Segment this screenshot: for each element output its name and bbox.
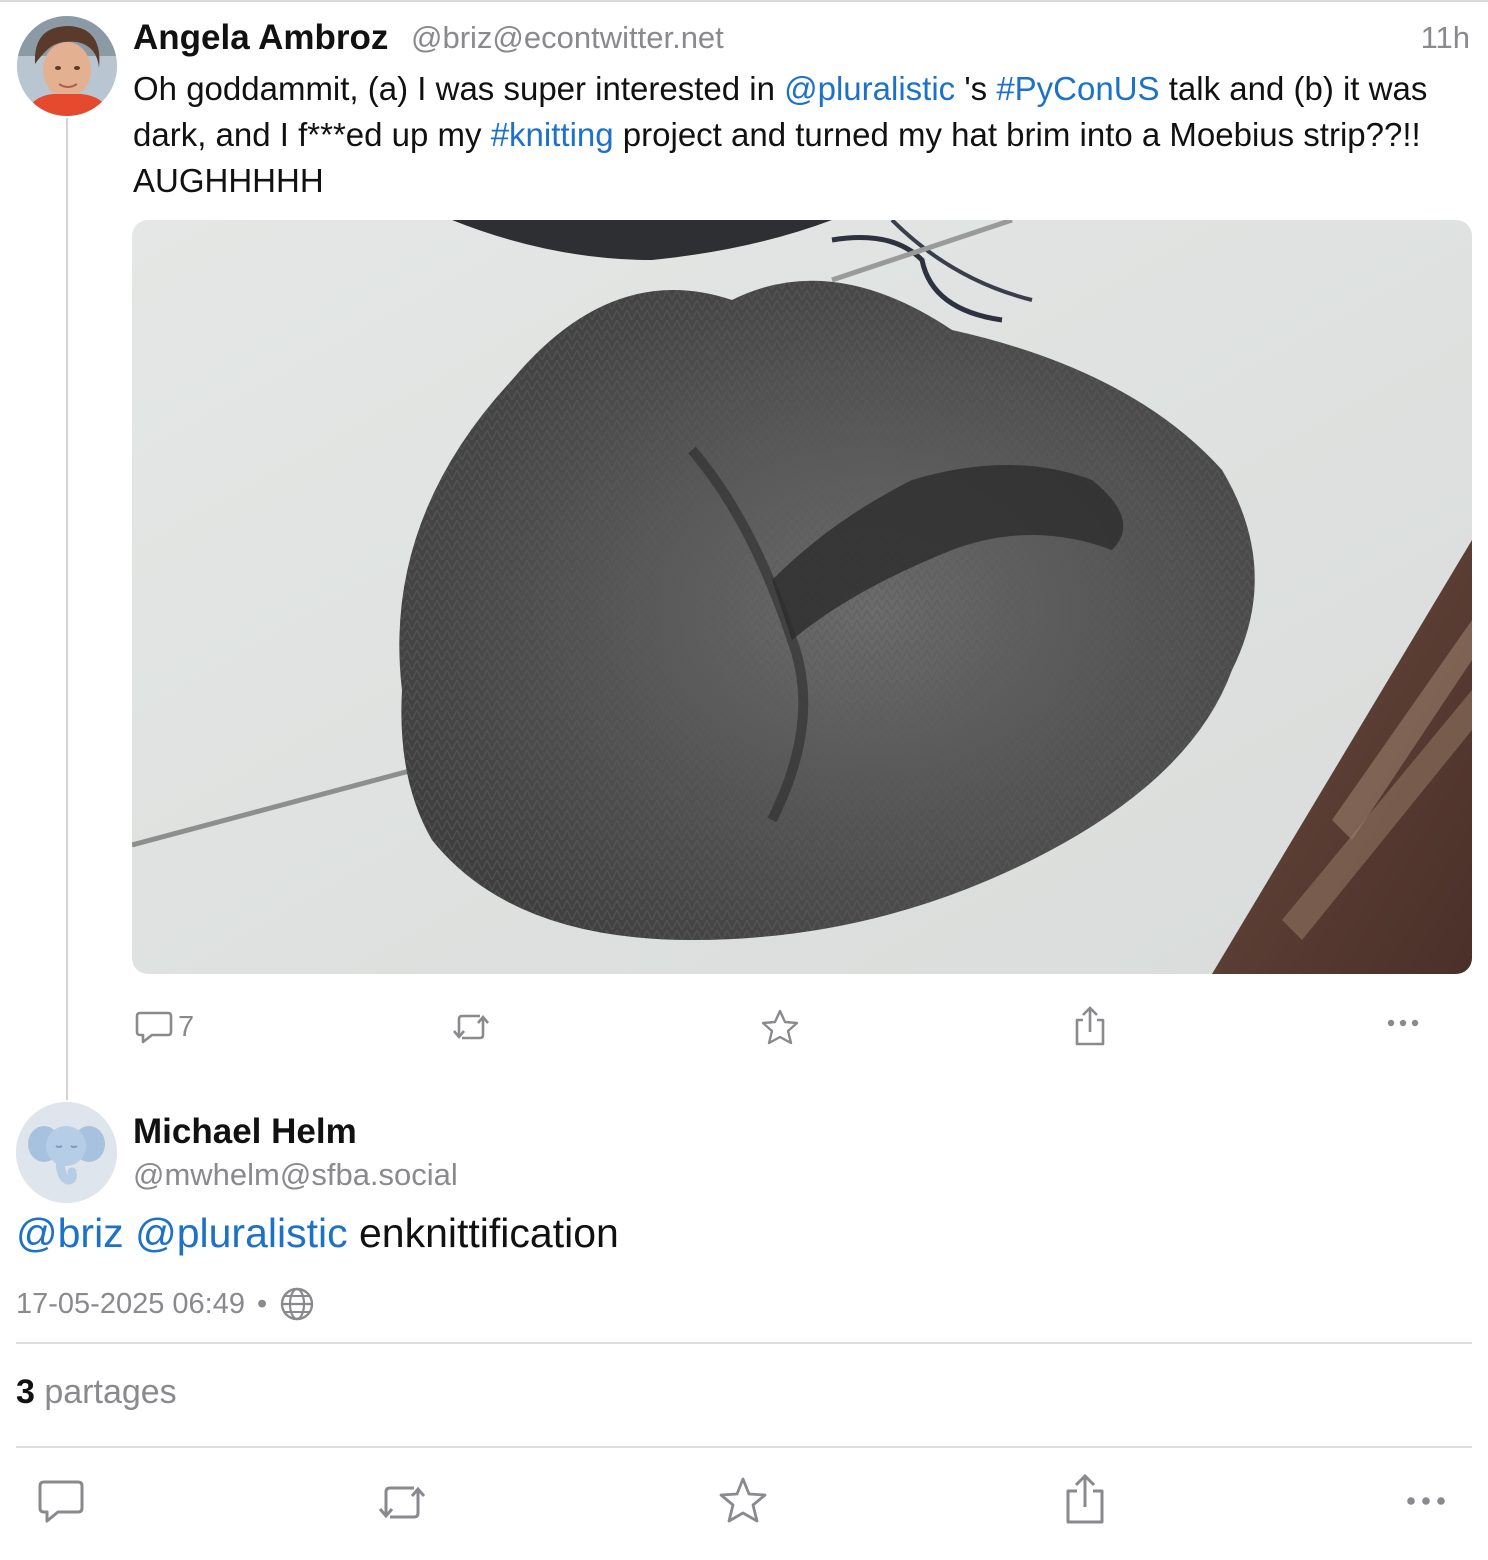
shares-count[interactable]: 3 partages (16, 1373, 177, 1412)
reply-count: 7 (178, 1010, 195, 1043)
more-icon (1407, 1497, 1445, 1505)
mention-briz[interactable]: @briz (16, 1210, 124, 1256)
top-divider (0, 0, 1488, 2)
post-text-segment: 's (955, 70, 997, 107)
shares-label: partages (34, 1373, 177, 1411)
reply-content: @briz @pluralistic enknittification (16, 1210, 619, 1257)
thread-line (66, 118, 68, 1100)
share-button-bottom[interactable] (1062, 1472, 1108, 1526)
reply-meta: 17-05-2025 06:49 • (16, 1286, 315, 1322)
share-icon (1066, 1473, 1104, 1524)
more-icon (1387, 1019, 1419, 1027)
favourite-button-bottom[interactable] (718, 1476, 768, 1524)
favourite-button[interactable] (760, 1008, 800, 1046)
meta-separator: • (256, 1287, 268, 1320)
reply-button[interactable]: 7 (134, 1009, 194, 1045)
star-icon (761, 1009, 799, 1045)
stats-divider-bottom (16, 1446, 1472, 1448)
reply-text-segment: enknittification (347, 1210, 619, 1256)
share-icon (1075, 1006, 1105, 1046)
angela-avatar[interactable] (17, 16, 117, 116)
post-time[interactable]: 11h (1421, 20, 1470, 56)
reply-button-bottom[interactable] (36, 1478, 86, 1524)
boost-button-bottom[interactable] (374, 1480, 430, 1524)
elephant-icon (16, 1102, 117, 1203)
post-content: Oh goddammit, (a) I was super interested… (133, 66, 1478, 204)
author-handle[interactable]: @briz@econtwitter.net (411, 20, 724, 56)
author-name[interactable]: Angela Ambroz (133, 18, 388, 58)
post-image[interactable] (132, 220, 1472, 974)
more-button[interactable] (1385, 1015, 1421, 1031)
mention-pluralistic[interactable]: @pluralistic (784, 70, 955, 107)
post-text-segment: Oh goddammit, (a) I was super interested… (133, 70, 785, 107)
more-button-bottom[interactable] (1404, 1492, 1448, 1510)
star-icon (719, 1477, 767, 1523)
globe-icon (280, 1287, 314, 1321)
reply-icon (135, 1011, 173, 1044)
michael-avatar[interactable] (16, 1102, 117, 1203)
boost-button[interactable] (450, 1009, 492, 1045)
hashtag-knitting[interactable]: #knitting (491, 116, 614, 153)
shares-number: 3 (16, 1373, 35, 1411)
reply-author-name[interactable]: Michael Helm (133, 1112, 357, 1152)
hashtag-pyconus[interactable]: #PyConUS (996, 70, 1159, 107)
boost-icon (378, 1486, 426, 1519)
boost-icon (453, 1014, 489, 1040)
reply-author-handle[interactable]: @mwhelm@sfba.social (133, 1157, 458, 1193)
mention-pluralistic[interactable]: @pluralistic (135, 1210, 348, 1256)
reply-timestamp[interactable]: 17-05-2025 06:49 (16, 1288, 245, 1321)
stats-divider-top (16, 1342, 1472, 1344)
share-button[interactable] (1071, 1005, 1109, 1047)
reply-icon (38, 1480, 84, 1523)
